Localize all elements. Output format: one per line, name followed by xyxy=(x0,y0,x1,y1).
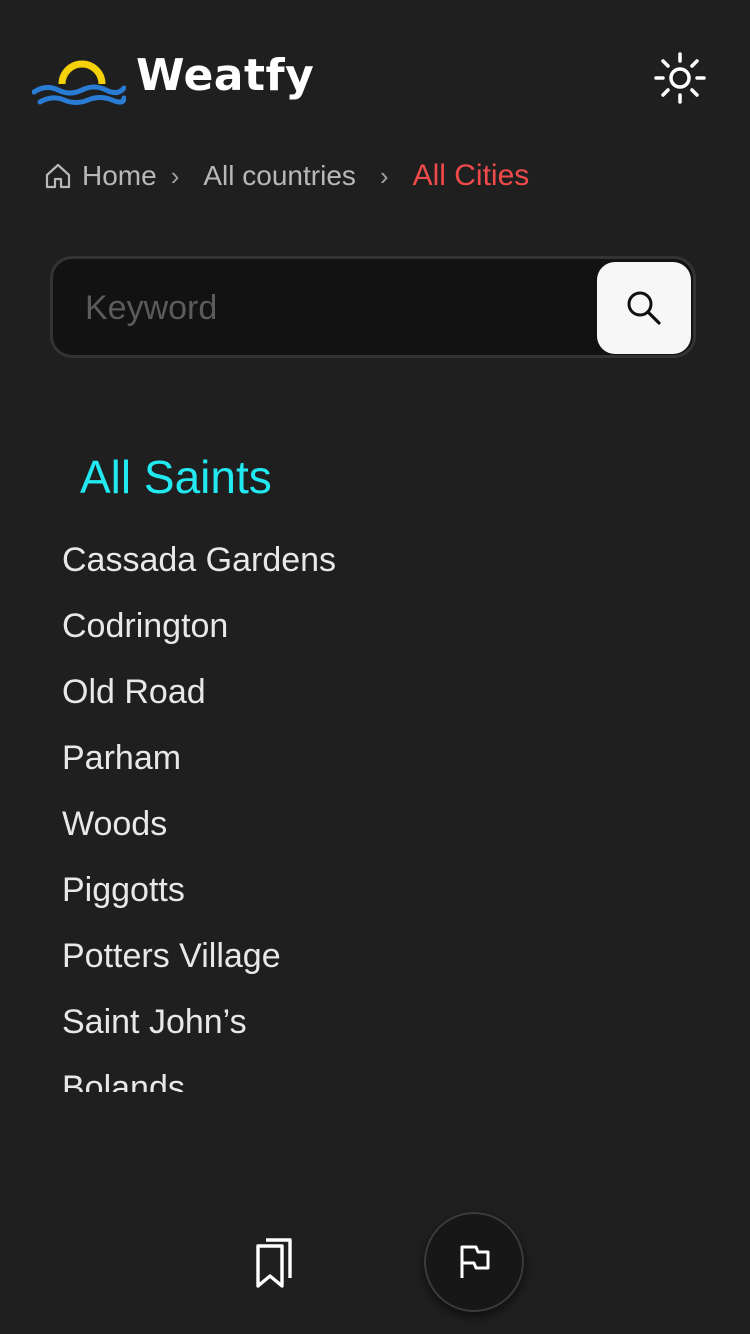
city-item[interactable]: Codrington xyxy=(62,604,682,670)
page: Weatfy Home › All countries › All Cities xyxy=(0,0,750,1334)
city-item[interactable]: Woods xyxy=(62,802,682,868)
home-icon[interactable] xyxy=(44,162,72,190)
search-icon xyxy=(627,291,661,325)
city-item[interactable]: Old Road xyxy=(62,670,682,736)
search-button[interactable] xyxy=(597,262,691,354)
bottom-nav xyxy=(0,1200,750,1334)
app-header: Weatfy xyxy=(32,40,718,120)
sun-icon[interactable] xyxy=(652,50,708,106)
flag-icon xyxy=(460,1245,490,1278)
breadcrumb-separator: › xyxy=(379,160,389,191)
breadcrumb-home[interactable]: Home xyxy=(82,160,157,192)
search-input[interactable] xyxy=(83,277,587,339)
city-item[interactable]: Potters Village xyxy=(62,934,682,1000)
app-title: Weatfy xyxy=(136,50,315,101)
city-list: Cassada Gardens Codrington Old Road Parh… xyxy=(62,538,682,1092)
city-item[interactable]: Saint John’s xyxy=(62,1000,682,1066)
city-item[interactable]: Piggotts xyxy=(62,868,682,934)
region-title: All Saints xyxy=(80,451,272,503)
breadcrumb-current: All Cities xyxy=(412,159,530,192)
sun-over-waves-logo xyxy=(32,60,126,105)
flag-button[interactable] xyxy=(424,1212,524,1312)
bookmarks-icon[interactable] xyxy=(244,1232,304,1292)
city-item[interactable]: Bolands xyxy=(62,1066,682,1092)
breadcrumb-countries[interactable]: All countries xyxy=(203,160,356,192)
breadcrumb: Home › All countries › All Cities xyxy=(44,156,529,196)
city-item[interactable]: Cassada Gardens xyxy=(62,538,682,604)
breadcrumb-separator: › xyxy=(170,160,180,191)
search-bar xyxy=(50,256,696,358)
city-item[interactable]: Parham xyxy=(62,736,682,802)
